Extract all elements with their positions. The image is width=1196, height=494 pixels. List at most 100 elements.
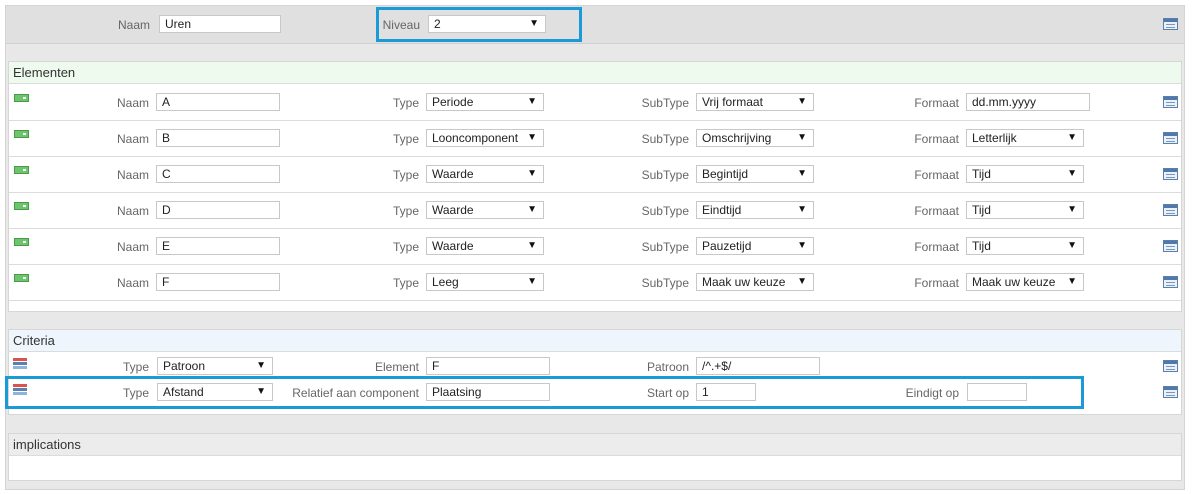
naam-input[interactable]: Uren [159,15,281,33]
subtype-label: SubType [641,240,689,254]
type-label: Type [392,132,419,146]
drag-handle-icon[interactable] [14,274,29,282]
list-icon[interactable] [1163,132,1178,144]
element-type-value: Waarde [432,239,474,253]
list-icon[interactable] [1163,240,1178,252]
type-label: Type [392,204,419,218]
formaat-label: Formaat [914,168,959,182]
elementen-header: Elementen [9,62,1181,84]
element-subtype-value: Maak uw keuze [702,275,786,289]
formaat-label: Formaat [914,204,959,218]
element-type-select[interactable]: Looncomponent ▼ [426,129,544,147]
list-icon[interactable] [1163,204,1178,216]
element-type-select[interactable]: Waarde ▼ [426,165,544,183]
chevron-down-icon: ▼ [1067,132,1077,143]
criteria-row-highlight [5,376,1084,409]
element-formaat-select[interactable]: Tijd ▼ [966,201,1084,219]
list-icon[interactable] [1163,18,1178,30]
element-subtype-value: Eindtijd [702,203,742,217]
patroon-label: Patroon [646,360,689,374]
element-naam-input[interactable]: F [156,273,280,291]
naam-label: Naam [116,240,149,254]
element-formaat-input[interactable]: dd.mm.yyyy [966,93,1090,111]
naam-label: Naam [117,18,150,32]
element-subtype-select[interactable]: Eindtijd ▼ [696,201,814,219]
element-formaat-select[interactable]: Tijd ▼ [966,237,1084,255]
element-naam-input[interactable]: D [156,201,280,219]
subtype-label: SubType [641,96,689,110]
element-type-select[interactable]: Waarde ▼ [426,201,544,219]
element-naam-input[interactable]: B [156,129,280,147]
element-subtype-select[interactable]: Pauzetijd ▼ [696,237,814,255]
element-formaat-value: Tijd [972,239,991,253]
implications-header: implications [9,434,1181,456]
element-formaat-select[interactable]: Tijd ▼ [966,165,1084,183]
chevron-down-icon: ▼ [527,96,537,107]
criteria-stack-icon[interactable] [13,358,27,371]
drag-handle-icon[interactable] [14,202,29,210]
element-row: Naam F Type Leeg ▼ SubType Maak uw keuze ▼ Forma… [9,265,1181,301]
list-icon[interactable] [1163,276,1178,288]
chevron-down-icon: ▼ [1067,204,1077,215]
element-subtype-select[interactable]: Vrij formaat ▼ [696,93,814,111]
list-icon[interactable] [1163,168,1178,180]
list-icon[interactable] [1163,96,1178,108]
list-icon[interactable] [1163,386,1178,398]
top-bar: Naam Uren Niveau 2 ▼ [6,6,1184,44]
element-row: Naam B Type Looncomponent ▼ SubType Omschrijvi… [9,121,1181,157]
element-formaat-value: Maak uw keuze [972,275,1056,289]
subtype-label: SubType [641,132,689,146]
element-subtype-value: Begintijd [702,167,749,181]
chevron-down-icon: ▼ [797,168,807,179]
element-row: Naam A Type Periode ▼ SubType Vrij formaat ▼ For… [9,85,1181,121]
element-subtype-select[interactable]: Begintijd ▼ [696,165,814,183]
element-type-select[interactable]: Periode ▼ [426,93,544,111]
element-type-select[interactable]: Leeg ▼ [426,273,544,291]
element-type-select[interactable]: Waarde ▼ [426,237,544,255]
element-row: Naam C Type Waarde ▼ SubType Begintijd ▼ Formaat… [9,157,1181,193]
element-type-value: Leeg [432,275,459,289]
element-subtype-select[interactable]: Omschrijving ▼ [696,129,814,147]
drag-handle-icon[interactable] [14,94,29,102]
element-formaat-select[interactable]: Maak uw keuze ▼ [966,273,1084,291]
editor-panel: Naam Uren Niveau 2 ▼ Elementen Naam A Type… [5,5,1185,490]
drag-handle-icon[interactable] [14,130,29,138]
element-input[interactable]: F [426,357,550,375]
element-formaat-value: Tijd [972,203,991,217]
chevron-down-icon: ▼ [797,276,807,287]
patroon-input[interactable]: /^.+$/ [696,357,820,375]
element-naam-input[interactable]: A [156,93,280,111]
formaat-label: Formaat [914,276,959,290]
niveau-highlight [376,7,582,42]
type-label: Type [392,168,419,182]
formaat-label: Formaat [914,132,959,146]
chevron-down-icon: ▼ [1067,276,1077,287]
chevron-down-icon: ▼ [527,132,537,143]
element-row: Naam D Type Waarde ▼ SubType Eindtijd ▼ Formaat T… [9,193,1181,229]
element-naam-input[interactable]: C [156,165,280,183]
drag-handle-icon[interactable] [14,166,29,174]
element-label: Element [374,360,419,374]
element-formaat-select[interactable]: Letterlijk ▼ [966,129,1084,147]
naam-label: Naam [116,96,149,110]
chevron-down-icon: ▼ [797,96,807,107]
chevron-down-icon: ▼ [527,204,537,215]
type-label: Type [392,240,419,254]
element-type-value: Looncomponent [432,131,519,145]
element-subtype-select[interactable]: Maak uw keuze ▼ [696,273,814,291]
naam-label: Naam [116,204,149,218]
formaat-label: Formaat [914,96,959,110]
element-row: Naam E Type Waarde ▼ SubType Pauzetijd ▼ Formaat… [9,229,1181,265]
element-type-value: Waarde [432,167,474,181]
drag-handle-icon[interactable] [14,238,29,246]
implications-section: implications [8,433,1182,481]
list-icon[interactable] [1163,360,1178,372]
subtype-label: SubType [641,276,689,290]
element-type-value: Waarde [432,203,474,217]
element-subtype-value: Pauzetijd [702,239,752,253]
formaat-label: Formaat [914,240,959,254]
criteria-type-select[interactable]: Patroon ▼ [157,357,273,375]
element-naam-input[interactable]: E [156,237,280,255]
element-formaat-value: Letterlijk [972,131,1017,145]
chevron-down-icon: ▼ [527,240,537,251]
